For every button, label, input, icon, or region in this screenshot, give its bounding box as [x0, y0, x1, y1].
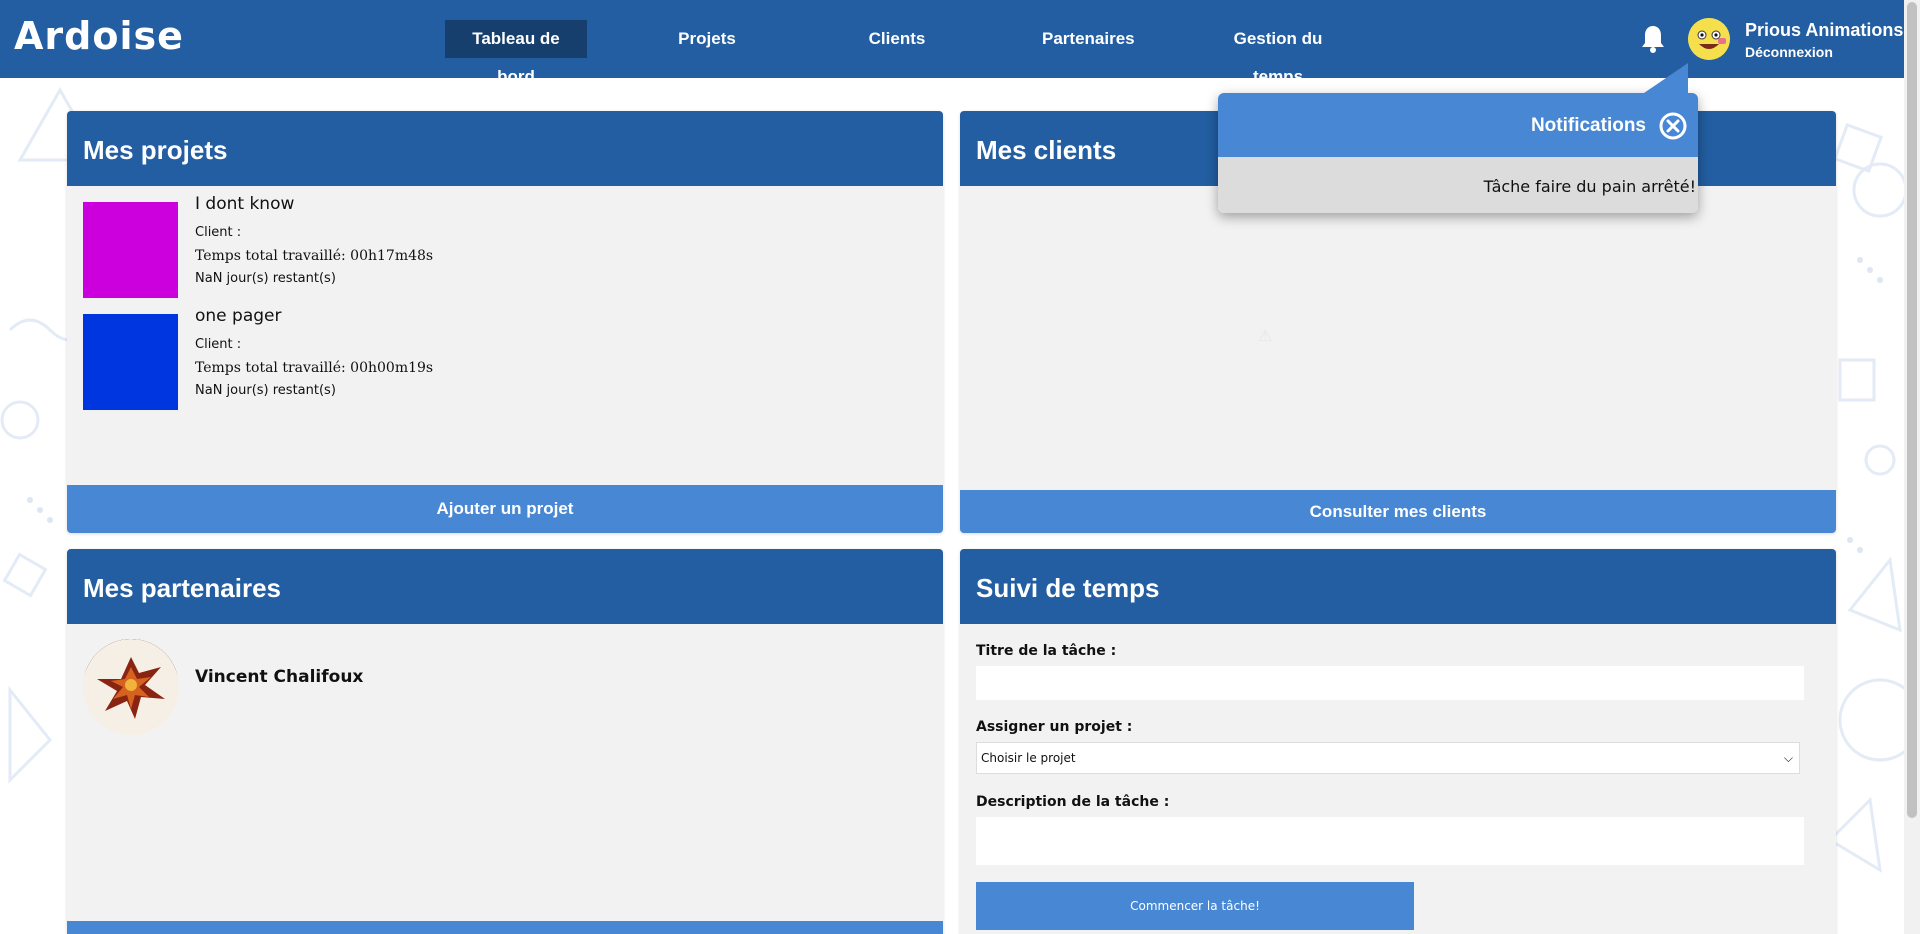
- user-name[interactable]: Prious Animations: [1745, 20, 1903, 41]
- avatar[interactable]: [1688, 18, 1730, 60]
- project-select-value: Choisir le projet: [981, 751, 1076, 765]
- project-total-time: Temps total travaillé: 00h00m19s: [195, 360, 434, 376]
- scrollbar-thumb[interactable]: [1907, 2, 1917, 818]
- project-color-swatch[interactable]: [83, 314, 178, 410]
- emoji-face-icon: [1688, 18, 1730, 60]
- start-task-button[interactable]: Commencer la tâche!: [976, 882, 1414, 930]
- time-tracking-panel: Suivi de temps Titre de la tâche : Assig…: [960, 549, 1836, 934]
- notifications-title: Notifications: [1530, 115, 1646, 136]
- partners-panel: Mes partenaires Vincent Chalifoux: [67, 549, 943, 934]
- chevron-down-icon: ⌵: [1783, 751, 1793, 765]
- faded-placeholder: ⚠: [1258, 326, 1273, 345]
- partner-name[interactable]: Vincent Chalifoux: [195, 667, 363, 687]
- notifications-header: Notifications: [1218, 93, 1698, 157]
- close-icon[interactable]: [1658, 111, 1688, 141]
- notification-item[interactable]: Tâche faire du pain arrêté!: [1218, 157, 1698, 213]
- page-scrollbar[interactable]: [1904, 0, 1920, 934]
- add-project-button[interactable]: Ajouter un projet: [67, 485, 943, 533]
- app-logo[interactable]: Ardoise: [14, 14, 184, 58]
- popup-pointer: [1644, 63, 1688, 93]
- nav-clients[interactable]: Clients: [858, 20, 936, 58]
- projects-panel: Mes projets I dont know Client : Temps t…: [67, 111, 943, 533]
- project-client: Client :: [195, 225, 242, 240]
- task-description-label: Description de la tâche :: [976, 794, 1170, 810]
- assign-project-label: Assigner un projet :: [976, 719, 1133, 735]
- project-name[interactable]: one pager: [195, 306, 282, 326]
- partners-panel-title: Mes partenaires: [67, 549, 943, 624]
- task-description-input[interactable]: [976, 817, 1804, 865]
- top-navbar: Ardoise Tableau de bord Projets Clients …: [0, 0, 1904, 86]
- nav-partenaires[interactable]: Partenaires: [1034, 20, 1142, 58]
- view-clients-button[interactable]: Consulter mes clients: [960, 490, 1836, 533]
- project-color-swatch[interactable]: [83, 202, 178, 298]
- project-remaining-days: NaN jour(s) restant(s): [195, 383, 336, 398]
- logout-link[interactable]: Déconnexion: [1745, 44, 1833, 60]
- project-total-time: Temps total travaillé: 00h17m48s: [195, 248, 434, 264]
- project-select[interactable]: Choisir le projet ⌵: [976, 742, 1800, 774]
- nav-gestion-du-temps[interactable]: Gestion du temps: [1202, 20, 1354, 86]
- notifications-popup: Notifications Tâche faire du pain arrêté…: [1218, 63, 1698, 213]
- nav-tableau-de-bord[interactable]: Tableau de bord: [445, 20, 587, 86]
- task-title-label: Titre de la tâche :: [976, 643, 1117, 659]
- partner-avatar[interactable]: [83, 639, 179, 735]
- time-tracking-panel-title: Suivi de temps: [960, 549, 1836, 624]
- project-remaining-days: NaN jour(s) restant(s): [195, 271, 336, 286]
- projects-panel-title: Mes projets: [67, 111, 943, 186]
- notification-message: Tâche faire du pain arrêté!: [1483, 177, 1696, 196]
- task-title-input[interactable]: [976, 666, 1804, 700]
- nav-projets[interactable]: Projets: [660, 20, 754, 58]
- project-client: Client :: [195, 337, 242, 352]
- bell-icon[interactable]: [1640, 24, 1666, 54]
- phoenix-icon: [83, 639, 179, 735]
- partners-footer-button[interactable]: [67, 921, 943, 934]
- project-name[interactable]: I dont know: [195, 194, 294, 214]
